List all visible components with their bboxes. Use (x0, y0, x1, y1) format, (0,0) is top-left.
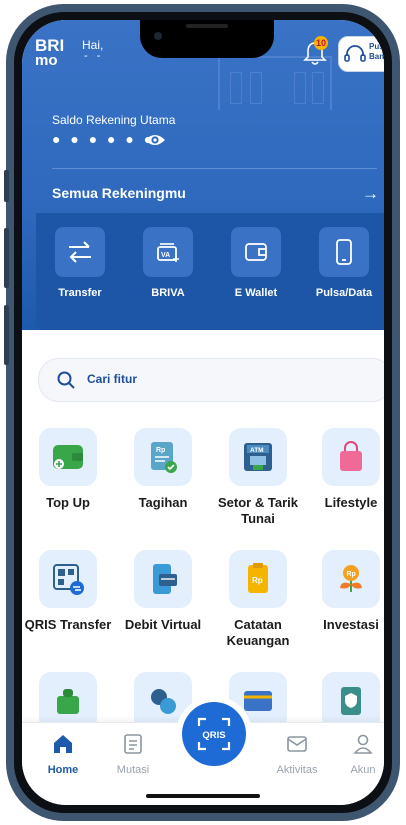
svg-text:VA: VA (161, 252, 170, 259)
wallet-topup-icon (39, 428, 97, 486)
user-name: - - (84, 50, 104, 62)
svg-text:ATM: ATM (250, 447, 264, 454)
speaker-grille (186, 24, 228, 28)
feature-debit-virtual[interactable]: Debit Virtual (119, 550, 207, 633)
svg-text:Rp: Rp (347, 571, 356, 578)
feature-qris-transfer[interactable]: QRIS Transfer (24, 550, 112, 633)
qr-transfer-icon (39, 550, 97, 608)
mail-icon (287, 736, 307, 752)
quick-actions: Transfer VA BRIVA E Wallet Pulsa/Data (36, 213, 384, 330)
dynamic-island (140, 20, 274, 58)
brimo-logo: BRI mo (35, 36, 65, 69)
phone-icon (319, 227, 369, 277)
quick-action-pulsa-data[interactable]: Pulsa/Data (300, 227, 384, 299)
search-icon (57, 371, 75, 389)
atm-icon: ATM (229, 428, 287, 486)
home-indicator (146, 794, 260, 798)
search-placeholder: Cari fitur (87, 372, 138, 386)
app-screen: BRI mo Hai, - - 10 Pusa Bantu Saldo Reke… (22, 20, 384, 805)
svg-text:Rp: Rp (156, 447, 165, 454)
phone-side-button (4, 170, 9, 202)
balance-card: Saldo Rekening Utama ● ● ● ● ● ● Semua R… (36, 108, 384, 330)
help-label: Bantu (369, 52, 384, 61)
arrow-right-icon[interactable]: → (362, 184, 379, 204)
document-list-icon (124, 734, 142, 754)
feature-investasi[interactable]: Rp Investasi (307, 550, 384, 633)
svg-text:Rp: Rp (252, 576, 263, 585)
all-accounts-link[interactable]: Semua Rekeningmu (52, 185, 186, 201)
search-bar[interactable]: Cari fitur (38, 358, 384, 402)
user-icon (353, 734, 373, 754)
notification-badge: 10 (314, 36, 328, 50)
divider (52, 168, 377, 169)
balance-label: Saldo Rekening Utama (52, 113, 176, 127)
virtual-debit-icon (134, 550, 192, 608)
masked-balance: ● ● ● ● ● ● (52, 131, 156, 147)
shopping-bag-icon (322, 428, 380, 486)
quick-action-transfer[interactable]: Transfer (36, 227, 124, 299)
help-label: Pusa (369, 42, 384, 51)
qris-icon: QRIS (182, 702, 246, 766)
investment-icon: Rp (322, 550, 380, 608)
quick-action-ewallet[interactable]: E Wallet (212, 227, 300, 299)
nav-home[interactable]: Home (28, 733, 98, 776)
nav-aktivitas[interactable]: Aktivitas (262, 733, 332, 776)
nav-akun[interactable]: Akun (328, 733, 384, 776)
transfer-arrows-icon (55, 227, 105, 277)
feature-catatan-keuangan[interactable]: Rp Catatan Keuangan (214, 550, 302, 649)
camera-icon (154, 32, 162, 40)
feature-setor-tarik-tunai[interactable]: ATM Setor & Tarik Tunai (214, 428, 302, 527)
home-icon (54, 735, 72, 753)
phone-side-button (4, 305, 9, 365)
wallet-icon (231, 227, 281, 277)
briva-va-icon: VA (143, 227, 193, 277)
help-center-button[interactable]: Pusa Bantu (338, 36, 384, 72)
qris-label: QRIS (202, 730, 225, 741)
nav-mutasi[interactable]: Mutasi (98, 733, 168, 776)
eye-icon[interactable] (144, 132, 166, 153)
phone-side-button (4, 228, 9, 288)
feature-top-up[interactable]: Top Up (24, 428, 112, 511)
headset-icon (344, 45, 366, 62)
quick-action-briva[interactable]: VA BRIVA (124, 227, 212, 299)
qris-scan-button[interactable]: QRIS (176, 696, 252, 772)
feature-lifestyle[interactable]: Lifestyle (307, 428, 384, 511)
bill-icon: Rp (134, 428, 192, 486)
finance-notes-icon: Rp (229, 550, 287, 608)
feature-tagihan[interactable]: Rp Tagihan (119, 428, 207, 511)
